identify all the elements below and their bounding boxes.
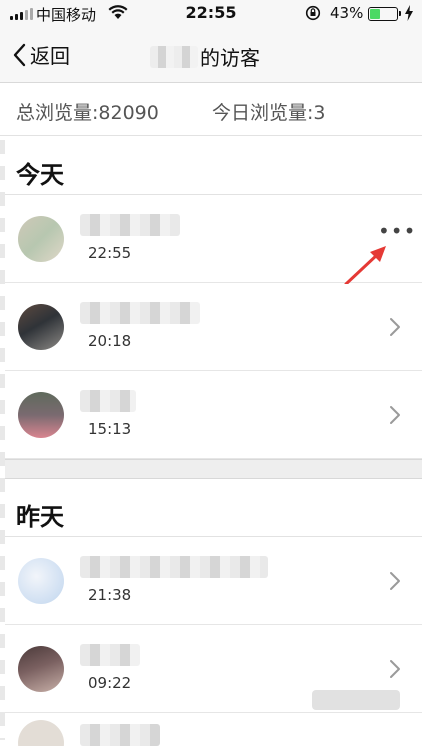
section-title: 今天 (16, 161, 64, 189)
total-views: 总浏览量:82090 (16, 102, 159, 124)
avatar (18, 392, 64, 438)
annotation-arrow-icon (344, 246, 386, 286)
avatar (18, 720, 64, 746)
view-stats: 总浏览量:82090 今日浏览量:3 (0, 84, 422, 136)
nav-bar: 返回 的访客 (0, 28, 422, 83)
back-label: 返回 (30, 44, 70, 68)
redacted-name (80, 214, 180, 236)
visitor-row[interactable]: 21:38 (0, 538, 422, 625)
page-title: 的访客 (150, 42, 260, 71)
visit-time: 22:55 (88, 244, 132, 262)
redacted-name (80, 556, 268, 578)
today-views: 今日浏览量:3 (212, 102, 326, 124)
redacted-name (80, 724, 160, 746)
visit-time: 15:13 (88, 420, 132, 438)
redacted-name (80, 302, 200, 324)
section-title: 昨天 (16, 503, 64, 531)
status-bar: 中国移动 22:55 43% (0, 0, 422, 28)
chevron-right-icon (390, 660, 400, 678)
back-button[interactable]: 返回 (12, 40, 70, 69)
chevron-right-icon (390, 318, 400, 336)
more-options-icon[interactable]: ••• (378, 221, 416, 241)
charging-icon (405, 5, 413, 21)
visitor-row[interactable]: 15:13 (0, 372, 422, 459)
visitor-row[interactable]: 20:18 (0, 284, 422, 371)
rotation-lock-icon (305, 5, 321, 21)
avatar (18, 646, 64, 692)
avatar (18, 304, 64, 350)
chevron-right-icon (390, 572, 400, 590)
redacted-name (80, 644, 140, 666)
battery-percent: 43% (330, 4, 364, 22)
avatar (18, 558, 64, 604)
avatar (18, 216, 64, 262)
watermark (312, 690, 400, 710)
redacted-name (150, 45, 198, 68)
section-header-today: 今天 (0, 137, 422, 195)
chevron-left-icon (13, 43, 26, 66)
page-title-text: 的访客 (200, 46, 260, 70)
visit-time: 09:22 (88, 674, 132, 692)
redacted-name (80, 390, 136, 412)
visitor-row[interactable] (0, 714, 422, 746)
visit-time: 20:18 (88, 332, 132, 350)
visit-time: 21:38 (88, 586, 132, 604)
left-edge-strip (0, 140, 5, 740)
section-divider (0, 459, 422, 479)
battery-icon (368, 7, 401, 21)
section-header-yesterday: 昨天 (0, 479, 422, 537)
chevron-right-icon (390, 406, 400, 424)
